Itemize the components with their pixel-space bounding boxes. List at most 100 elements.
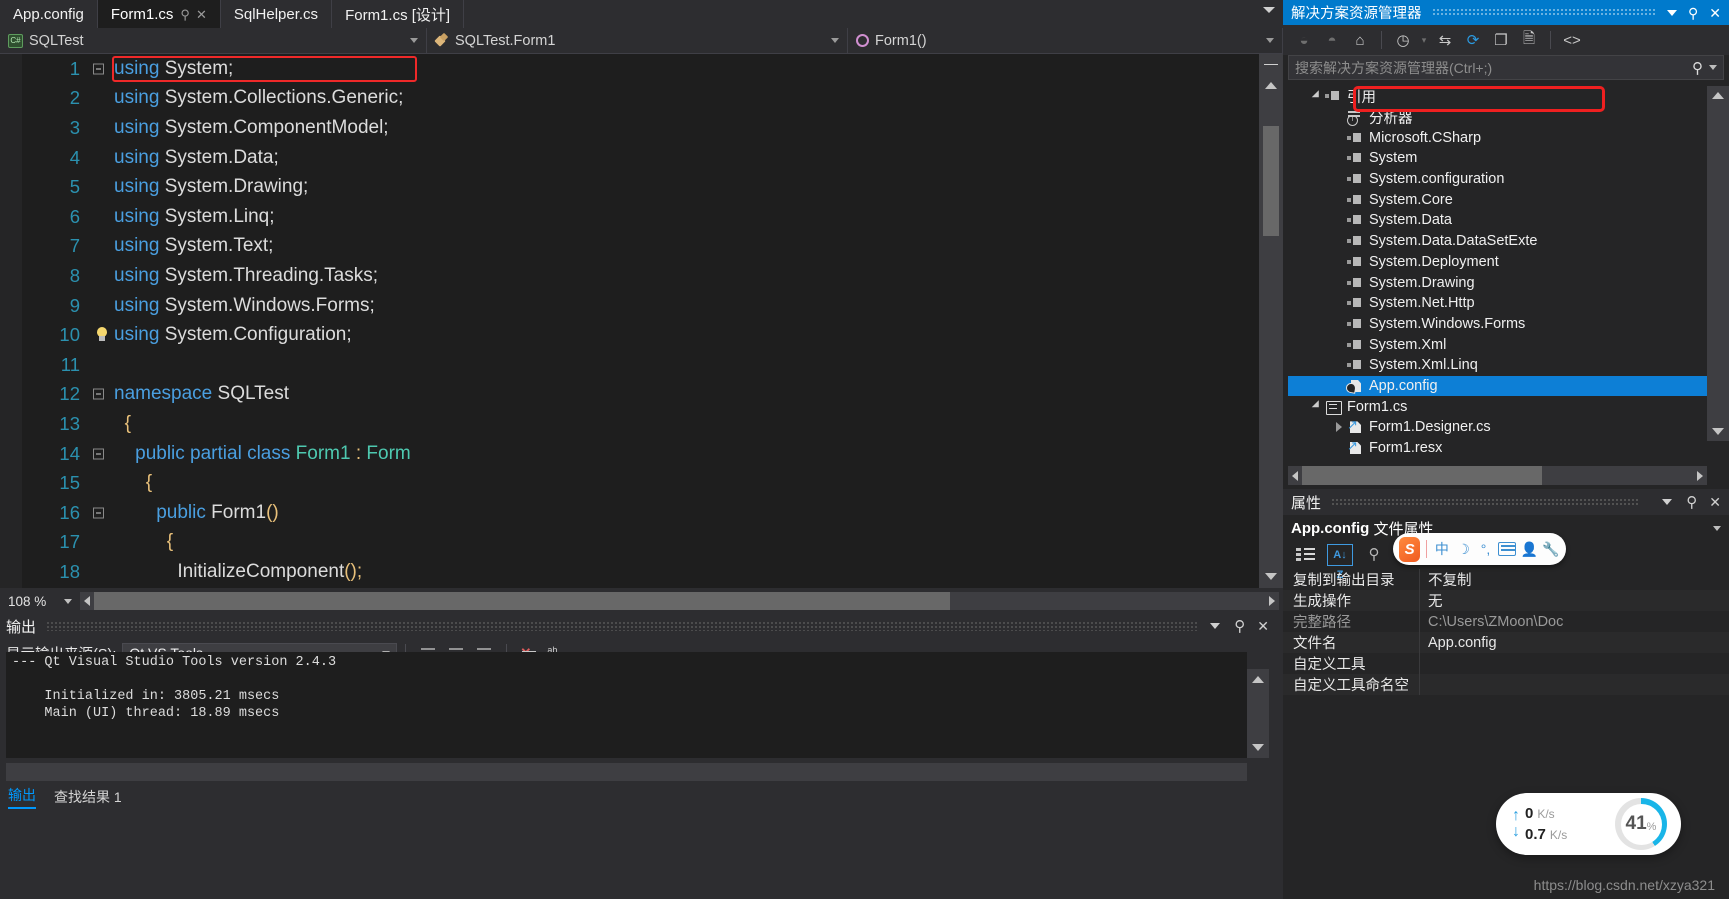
back-icon[interactable]: ◒ — [1291, 28, 1317, 52]
code-lines-container[interactable]: 1 using System; 2 using System.Collections.… — [22, 54, 1259, 588]
ime-punctuation-icon[interactable]: °, — [1477, 541, 1495, 557]
tree-item[interactable]: System.Xml — [1288, 334, 1707, 355]
code-editor[interactable]: 1 using System; 2 using System.Collections.… — [0, 54, 1283, 588]
code-line[interactable]: 4 using System.Data; — [22, 143, 1259, 173]
scroll-down-icon[interactable] — [1265, 573, 1277, 580]
scroll-down-icon[interactable] — [1252, 744, 1264, 751]
chevron-down-icon[interactable] — [1662, 499, 1673, 505]
solution-tree[interactable]: 引用分析器 Microsoft.CSharp System System.config… — [1288, 86, 1707, 459]
editor-split-handle[interactable] — [1261, 54, 1281, 76]
member-dropdown[interactable]: Form1() — [848, 28, 1283, 53]
network-speed-widget[interactable]: ↑ ↓ 0 K/s 0.7 K/s 41 % — [1496, 793, 1681, 855]
scroll-down-icon[interactable] — [1712, 428, 1724, 435]
tree-item[interactable]: System — [1288, 148, 1707, 169]
code-line[interactable]: 18 InitializeComponent(); — [22, 557, 1259, 587]
output-text-area[interactable]: --- Qt Visual Studio Tools version 2.4.3… — [6, 652, 1247, 758]
sync-with-active-document-icon[interactable]: ⇆ — [1432, 28, 1458, 52]
collapse-icon[interactable] — [93, 448, 104, 460]
tree-expander-icon[interactable] — [1310, 396, 1324, 417]
tree-item[interactable]: System.Data — [1288, 210, 1707, 231]
output-horizontal-scrollbar[interactable] — [6, 763, 1247, 781]
code-line[interactable]: 5 using System.Drawing; — [22, 172, 1259, 202]
property-row[interactable]: 自定义工具 — [1283, 653, 1729, 674]
scrollbar-thumb[interactable] — [1263, 126, 1279, 236]
tree-item[interactable]: System.Xml.Linq — [1288, 355, 1707, 376]
tab-form1-designer[interactable]: Form1.cs [设计] — [332, 0, 465, 28]
pin-icon[interactable]: ⚲ — [1688, 6, 1698, 20]
tab-app-config[interactable]: App.config — [0, 0, 98, 28]
code-line[interactable]: 6 using System.Linq; — [22, 202, 1259, 232]
collapse-icon[interactable] — [93, 388, 104, 400]
code-line[interactable]: 10 using System.Configuration; — [22, 320, 1259, 350]
pin-icon[interactable]: ⚲ — [1234, 617, 1245, 635]
tree-item[interactable]: App.config — [1288, 375, 1707, 397]
tree-item[interactable]: Microsoft.CSharp — [1288, 127, 1707, 148]
property-row[interactable]: 自定义工具命名空 — [1283, 674, 1729, 695]
tree-item[interactable]: 引用 — [1288, 86, 1707, 107]
code-line[interactable]: 17 { — [22, 528, 1259, 558]
search-icon[interactable]: ⚲ — [1692, 59, 1703, 77]
close-icon[interactable]: ✕ — [1257, 619, 1269, 633]
ime-moon-icon[interactable]: ☽ — [1455, 541, 1473, 558]
pin-icon[interactable]: ⚲ — [1686, 493, 1697, 511]
editor-horizontal-scrollbar[interactable] — [80, 592, 1279, 610]
collapse-icon[interactable] — [93, 63, 104, 75]
code-line[interactable]: 16 public Form1() — [22, 498, 1259, 528]
chevron-down-icon[interactable] — [1210, 623, 1221, 629]
chevron-down-icon[interactable] — [1709, 65, 1717, 70]
tree-item[interactable]: System.Net.Http — [1288, 293, 1707, 314]
project-dropdown[interactable]: C# SQLTest — [0, 28, 427, 53]
tree-expander-icon[interactable] — [1310, 86, 1324, 107]
code-line[interactable]: 1 using System; — [22, 54, 1259, 84]
scroll-right-icon[interactable] — [1697, 471, 1703, 481]
scroll-left-icon[interactable] — [84, 596, 90, 606]
sogou-logo-icon[interactable]: S — [1399, 536, 1421, 562]
code-line[interactable]: 15 { — [22, 468, 1259, 498]
tree-item[interactable]: 分析器 — [1288, 107, 1707, 128]
code-line[interactable]: 7 using System.Text; — [22, 232, 1259, 262]
property-row[interactable]: 完整路径 C:\Users\ZMoon\Doc — [1283, 611, 1729, 632]
ime-settings-icon[interactable]: 🔧 — [1542, 541, 1560, 558]
property-value[interactable]: 不复制 — [1420, 569, 1729, 590]
bottom-tab-find-results[interactable]: 查找结果 1 — [54, 787, 122, 807]
ime-keyboard-icon[interactable] — [1498, 542, 1517, 556]
pin-icon[interactable]: ⚲ — [180, 8, 190, 21]
pending-changes-icon[interactable]: ◷ — [1390, 28, 1416, 52]
property-pages-icon[interactable]: ⚲ — [1361, 544, 1387, 566]
alphabetical-sort-icon[interactable]: A↓ Z — [1327, 544, 1353, 581]
scroll-up-icon[interactable] — [1265, 82, 1277, 89]
property-row[interactable]: 文件名 App.config — [1283, 632, 1729, 653]
bottom-tab-output[interactable]: 输出 — [8, 785, 36, 809]
code-line[interactable]: 14 public partial class Form1 : Form — [22, 439, 1259, 469]
tree-item[interactable]: Form1.cs — [1288, 396, 1707, 417]
class-dropdown[interactable]: SQLTest.Form1 — [427, 28, 848, 53]
tree-item[interactable]: System.Deployment — [1288, 252, 1707, 273]
tab-overflow-chevron-icon[interactable] — [1263, 7, 1275, 13]
output-vertical-scrollbar[interactable] — [1247, 669, 1269, 758]
tree-item[interactable]: Form1.resx — [1288, 438, 1707, 459]
chevron-down-icon[interactable]: ▾ — [1418, 28, 1430, 52]
chevron-down-icon[interactable] — [1667, 9, 1677, 16]
zoom-level-dropdown[interactable]: 108 % — [0, 588, 80, 614]
close-icon[interactable]: ✕ — [1709, 495, 1721, 509]
tree-item[interactable]: System.Windows.Forms — [1288, 314, 1707, 335]
scroll-up-icon[interactable] — [1712, 92, 1724, 99]
categorized-view-icon[interactable] — [1293, 544, 1319, 566]
property-value[interactable]: C:\Users\ZMoon\Doc — [1420, 614, 1729, 630]
tree-item[interactable]: System.Drawing — [1288, 272, 1707, 293]
lightbulb-icon[interactable] — [94, 327, 110, 343]
collapse-icon[interactable] — [93, 507, 104, 519]
search-input[interactable] — [1295, 59, 1692, 76]
tree-item[interactable]: System.Data.DataSetExte — [1288, 231, 1707, 252]
tree-item[interactable]: System.configuration — [1288, 169, 1707, 190]
scroll-right-icon[interactable] — [1269, 596, 1275, 606]
property-value[interactable]: App.config — [1420, 635, 1729, 651]
code-line[interactable]: 11 — [22, 350, 1259, 380]
show-all-files-icon[interactable]: <> — [1559, 28, 1585, 52]
ime-language-mode[interactable]: 中 — [1433, 539, 1451, 559]
tab-form1-cs[interactable]: Form1.cs ⚲ ✕ — [97, 0, 221, 28]
editor-vertical-scrollbar[interactable] — [1259, 54, 1283, 588]
drag-grip[interactable] — [1431, 8, 1657, 17]
ime-toolbar[interactable]: S 中 ☽ °, 👤 🔧 — [1393, 533, 1566, 565]
drag-grip[interactable] — [46, 621, 1199, 631]
